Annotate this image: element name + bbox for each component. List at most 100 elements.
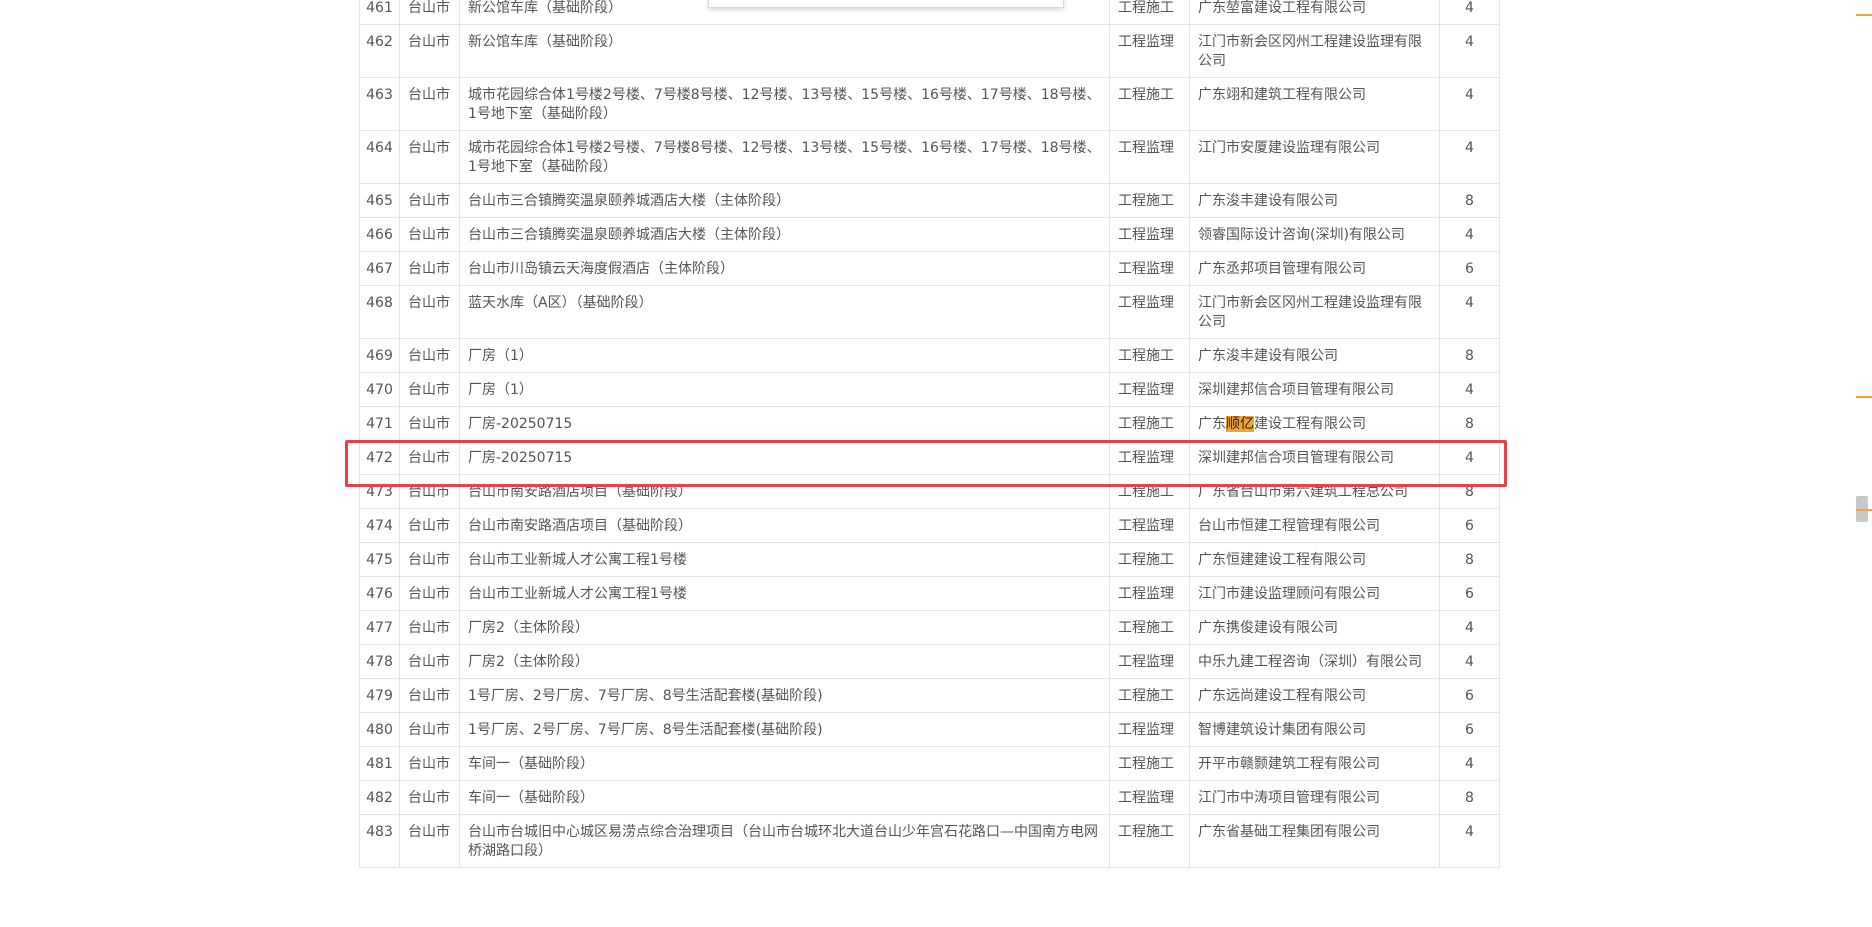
city-cell: 台山市 bbox=[399, 780, 460, 815]
city-cell: 台山市 bbox=[399, 24, 460, 78]
row-number-cell: 465 bbox=[359, 183, 400, 218]
results-table: 461 台山市 新公馆车库（基础阶段） 工程施工 广东堃富建设工程有限公司 4 462 台山市… bbox=[359, 0, 1500, 868]
row-number-cell: 471 bbox=[359, 406, 400, 441]
work-type-cell: 工程监理 bbox=[1109, 576, 1190, 611]
city-cell: 台山市 bbox=[399, 406, 460, 441]
score-cell: 6 bbox=[1439, 712, 1500, 747]
row-number-cell: 466 bbox=[359, 217, 400, 252]
table-row: 481 台山市 车间一（基础阶段） 工程施工 开平市赣颢建筑工程有限公司 4 bbox=[359, 746, 1500, 781]
project-name-cell: 厂房（1） bbox=[459, 338, 1110, 373]
project-name-cell: 厂房2（主体阶段） bbox=[459, 610, 1110, 645]
table-row: 482 台山市 车间一（基础阶段） 工程监理 江门市中涛项目管理有限公司 8 bbox=[359, 780, 1500, 815]
work-type-cell: 工程监理 bbox=[1109, 217, 1190, 252]
work-type-cell: 工程监理 bbox=[1109, 372, 1190, 407]
city-cell: 台山市 bbox=[399, 542, 460, 577]
work-type-cell: 工程监理 bbox=[1109, 712, 1190, 747]
project-name-cell: 厂房（1） bbox=[459, 372, 1110, 407]
city-cell: 台山市 bbox=[399, 77, 460, 131]
project-name-cell: 台山市工业新城人才公寓工程1号楼 bbox=[459, 576, 1110, 611]
table-row: 468 台山市 蓝天水库（A区）（基础阶段） 工程监理 江门市新会区冈州工程建设监理有限… bbox=[359, 285, 1500, 339]
table-row: 463 台山市 城市花园综合体1号楼2号楼、7号楼8号楼、12号楼、13号楼、15号… bbox=[359, 77, 1500, 131]
score-cell: 8 bbox=[1439, 183, 1500, 218]
results-table-body: 461 台山市 新公馆车库（基础阶段） 工程施工 广东堃富建设工程有限公司 4 462 台山市… bbox=[359, 0, 1500, 868]
row-number-cell: 470 bbox=[359, 372, 400, 407]
score-cell: 6 bbox=[1439, 678, 1500, 713]
score-cell: 4 bbox=[1439, 610, 1500, 645]
score-cell: 4 bbox=[1439, 814, 1500, 868]
project-name-cell: 城市花园综合体1号楼2号楼、7号楼8号楼、12号楼、13号楼、15号楼、16号楼… bbox=[459, 130, 1110, 184]
table-row: 464 台山市 城市花园综合体1号楼2号楼、7号楼8号楼、12号楼、13号楼、15号… bbox=[359, 130, 1500, 184]
city-cell: 台山市 bbox=[399, 678, 460, 713]
score-cell: 8 bbox=[1439, 338, 1500, 373]
table-row: 475 台山市 台山市工业新城人才公寓工程1号楼 工程施工 广东恒建建设工程有限公司 8 bbox=[359, 542, 1500, 577]
table-row: 471 台山市 厂房-20250715 工程施工 广东顺亿建设工程有限公司 8 bbox=[359, 406, 1500, 441]
work-type-cell: 工程施工 bbox=[1109, 542, 1190, 577]
project-name-cell: 蓝天水库（A区）（基础阶段） bbox=[459, 285, 1110, 339]
row-number-cell: 481 bbox=[359, 746, 400, 781]
city-cell: 台山市 bbox=[399, 440, 460, 475]
city-cell: 台山市 bbox=[399, 814, 460, 868]
find-match-marker bbox=[1856, 509, 1872, 511]
score-cell: 4 bbox=[1439, 217, 1500, 252]
row-number-cell: 474 bbox=[359, 508, 400, 543]
row-number-cell: 464 bbox=[359, 130, 400, 184]
work-type-cell: 工程施工 bbox=[1109, 338, 1190, 373]
company-cell: 智博建筑设计集团有限公司 bbox=[1189, 712, 1440, 747]
company-cell: 广东丞邦项目管理有限公司 bbox=[1189, 251, 1440, 286]
project-name-cell: 台山市南安路酒店项目（基础阶段） bbox=[459, 474, 1110, 509]
company-text: 广东 bbox=[1198, 416, 1226, 432]
city-cell: 台山市 bbox=[399, 338, 460, 373]
row-number-cell: 463 bbox=[359, 77, 400, 131]
project-name-cell: 厂房2（主体阶段） bbox=[459, 644, 1110, 679]
city-cell: 台山市 bbox=[399, 474, 460, 509]
work-type-cell: 工程监理 bbox=[1109, 285, 1190, 339]
work-type-cell: 工程施工 bbox=[1109, 77, 1190, 131]
city-cell: 台山市 bbox=[399, 183, 460, 218]
table-row: 479 台山市 1号厂房、2号厂房、7号厂房、8号生活配套楼(基础阶段) 工程施工 广东… bbox=[359, 678, 1500, 713]
company-cell: 江门市建设监理顾问有限公司 bbox=[1189, 576, 1440, 611]
row-number-cell: 467 bbox=[359, 251, 400, 286]
city-cell: 台山市 bbox=[399, 508, 460, 543]
city-cell: 台山市 bbox=[399, 130, 460, 184]
row-number-cell: 476 bbox=[359, 576, 400, 611]
work-type-cell: 工程监理 bbox=[1109, 440, 1190, 475]
project-name-cell: 台山市川岛镇云天海度假酒店（主体阶段） bbox=[459, 251, 1110, 286]
score-cell: 8 bbox=[1439, 474, 1500, 509]
table-row: 480 台山市 1号厂房、2号厂房、7号厂房、8号生活配套楼(基础阶段) 工程监理 智博… bbox=[359, 712, 1500, 747]
table-row: 472 台山市 厂房-20250715 工程监理 深圳建邦信合项目管理有限公司 4 bbox=[359, 440, 1500, 475]
city-cell: 台山市 bbox=[399, 610, 460, 645]
company-cell: 广东翊和建筑工程有限公司 bbox=[1189, 77, 1440, 131]
row-number-cell: 475 bbox=[359, 542, 400, 577]
company-text: 建设工程有限公司 bbox=[1254, 416, 1366, 432]
find-match-highlight: 顺亿 bbox=[1226, 416, 1254, 432]
work-type-cell: 工程监理 bbox=[1109, 644, 1190, 679]
city-cell: 台山市 bbox=[399, 712, 460, 747]
row-number-cell: 479 bbox=[359, 678, 400, 713]
row-number-cell: 478 bbox=[359, 644, 400, 679]
vertical-scrollbar[interactable] bbox=[1852, 0, 1872, 927]
table-row: 476 台山市 台山市工业新城人才公寓工程1号楼 工程监理 江门市建设监理顾问有限公司 6 bbox=[359, 576, 1500, 611]
company-cell: 江门市安厦建设监理有限公司 bbox=[1189, 130, 1440, 184]
company-cell: 深圳建邦信合项目管理有限公司 bbox=[1189, 440, 1440, 475]
score-cell: 4 bbox=[1439, 285, 1500, 339]
table-row: 465 台山市 台山市三合镇腾奕温泉颐养城酒店大楼（主体阶段） 工程施工 广东浚丰建设有… bbox=[359, 183, 1500, 218]
company-cell: 广东堃富建设工程有限公司 bbox=[1189, 0, 1440, 25]
table-row: 466 台山市 台山市三合镇腾奕温泉颐养城酒店大楼（主体阶段） 工程监理 领睿国际设计咨… bbox=[359, 217, 1500, 252]
project-name-cell: 台山市南安路酒店项目（基础阶段） bbox=[459, 508, 1110, 543]
city-cell: 台山市 bbox=[399, 576, 460, 611]
company-cell: 江门市中涛项目管理有限公司 bbox=[1189, 780, 1440, 815]
city-cell: 台山市 bbox=[399, 251, 460, 286]
results-table-container: 461 台山市 新公馆车库（基础阶段） 工程施工 广东堃富建设工程有限公司 4 462 台山市… bbox=[359, 0, 1500, 868]
table-row: 474 台山市 台山市南安路酒店项目（基础阶段） 工程监理 台山市恒建工程管理有限公司 6 bbox=[359, 508, 1500, 543]
city-cell: 台山市 bbox=[399, 0, 460, 25]
work-type-cell: 工程施工 bbox=[1109, 183, 1190, 218]
score-cell: 6 bbox=[1439, 508, 1500, 543]
project-name-cell: 1号厂房、2号厂房、7号厂房、8号生活配套楼(基础阶段) bbox=[459, 678, 1110, 713]
score-cell: 6 bbox=[1439, 576, 1500, 611]
table-row: 467 台山市 台山市川岛镇云天海度假酒店（主体阶段） 工程监理 广东丞邦项目管理有限公… bbox=[359, 251, 1500, 286]
project-name-cell: 新公馆车库（基础阶段） bbox=[459, 24, 1110, 78]
work-type-cell: 工程监理 bbox=[1109, 24, 1190, 78]
project-name-cell: 台山市工业新城人才公寓工程1号楼 bbox=[459, 542, 1110, 577]
row-number-cell: 472 bbox=[359, 440, 400, 475]
score-cell: 4 bbox=[1439, 644, 1500, 679]
